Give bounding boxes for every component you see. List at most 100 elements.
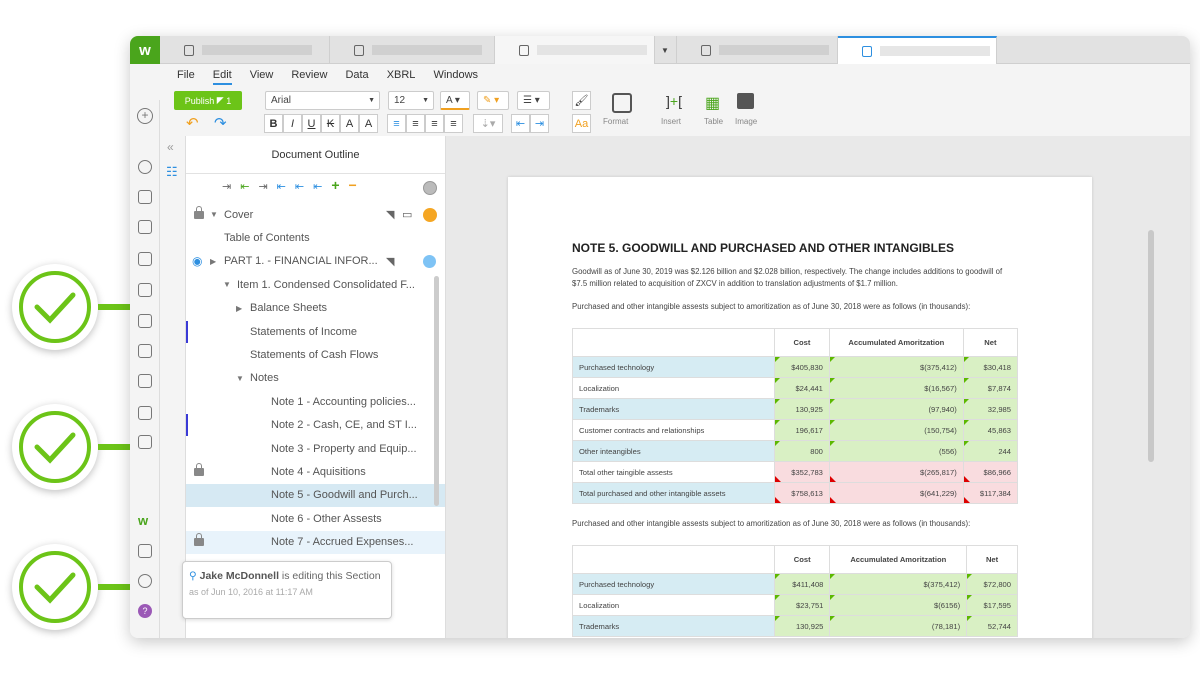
insert-menu[interactable]: Insert: [661, 117, 681, 126]
tab-2[interactable]: [330, 36, 495, 64]
value-cell[interactable]: $117,384: [962, 482, 1019, 504]
document-scrollbar[interactable]: [1148, 230, 1154, 462]
caret-down-icon[interactable]: ▼: [210, 210, 218, 219]
eye-icon[interactable]: ◉: [192, 254, 202, 268]
align-center-button[interactable]: ≡: [406, 114, 425, 133]
value-cell[interactable]: $30,418: [962, 356, 1019, 378]
outline-tree-icon[interactable]: ☷: [166, 164, 178, 180]
outline-item[interactable]: ▶ Balance Sheets: [186, 297, 445, 320]
value-cell[interactable]: (150,754): [828, 419, 964, 441]
outline-item[interactable]: Table of Contents: [186, 226, 445, 249]
undo-icon[interactable]: ↶: [186, 114, 199, 132]
value-cell[interactable]: $758,613: [774, 482, 830, 504]
value-cell[interactable]: 130,925: [773, 615, 831, 637]
paint-format-icon[interactable]: 🖌: [572, 91, 591, 110]
align-right-button[interactable]: ≡: [425, 114, 444, 133]
outline-item[interactable]: Note 7 - Accrued Expenses...: [186, 530, 445, 554]
tab-overflow-dropdown[interactable]: ▼: [655, 36, 677, 64]
value-cell[interactable]: $23,751: [773, 594, 831, 616]
format-icon[interactable]: [612, 93, 632, 113]
row-label[interactable]: Total other taingible assests: [572, 461, 775, 483]
tab-1[interactable]: [160, 36, 330, 64]
outline-item[interactable]: Note 2 - Cash, CE, and ST I...: [186, 414, 445, 437]
list-style-button[interactable]: ☰ ▾: [517, 91, 550, 110]
value-cell[interactable]: $(375,412): [828, 356, 964, 378]
archive-icon[interactable]: [138, 374, 152, 388]
value-cell[interactable]: $(375,412): [829, 573, 968, 595]
bold-button[interactable]: B: [264, 114, 283, 133]
indent-button[interactable]: ⇥: [530, 114, 549, 133]
value-cell[interactable]: $17,595: [966, 594, 1018, 616]
outline-scrollbar[interactable]: [434, 276, 439, 506]
outline-item[interactable]: Statements of Income: [186, 320, 445, 343]
value-cell[interactable]: $405,830: [774, 356, 830, 378]
menu-edit[interactable]: Edit: [212, 69, 232, 85]
files-icon[interactable]: [138, 220, 152, 234]
outline-item[interactable]: ▼ Notes: [186, 367, 445, 390]
row-label[interactable]: Purchased technology: [572, 573, 775, 595]
expand-icon[interactable]: +: [331, 177, 339, 193]
outline-item[interactable]: Statements of Cash Flows: [186, 343, 445, 366]
caret-down-icon[interactable]: ▼: [236, 374, 244, 383]
value-cell[interactable]: (97,940): [828, 398, 964, 420]
row-label[interactable]: Trademarks: [572, 615, 775, 637]
collapse-icon[interactable]: «: [167, 140, 174, 154]
workiva-icon[interactable]: w: [138, 513, 148, 528]
value-cell[interactable]: 45,863: [962, 419, 1019, 441]
caret-right-icon[interactable]: ▶: [236, 304, 242, 313]
font-size-select[interactable]: 12 ▼: [388, 91, 434, 110]
row-label[interactable]: Purchased technology: [572, 356, 775, 378]
value-cell[interactable]: $(16,567): [828, 377, 964, 399]
book-icon[interactable]: [138, 252, 152, 266]
outline-item[interactable]: ◉ ▶ PART 1. - FINANCIAL INFOR... ◥: [186, 250, 445, 273]
font-family-select[interactable]: Arial ▼: [265, 91, 380, 110]
menu-data[interactable]: Data: [345, 69, 368, 85]
value-cell[interactable]: 196,617: [774, 419, 830, 441]
value-cell[interactable]: $7,874: [962, 377, 1019, 399]
row-label[interactable]: Customer contracts and relationships: [572, 419, 775, 441]
move-right-icon[interactable]: ⇥: [258, 180, 267, 193]
tab-3[interactable]: [495, 36, 655, 64]
insert-icon[interactable]: ]+[: [666, 93, 682, 109]
history-icon[interactable]: [138, 160, 152, 174]
move-up-icon[interactable]: ⇤: [295, 180, 304, 193]
outline-item[interactable]: Note 6 - Other Assests: [186, 507, 445, 530]
database-icon[interactable]: [138, 314, 152, 328]
value-cell[interactable]: $24,441: [774, 377, 830, 399]
table-icon[interactable]: ▦: [705, 93, 720, 113]
user-icon[interactable]: [138, 574, 152, 588]
move-left-icon[interactable]: ⇤: [277, 180, 286, 193]
italic-button[interactable]: I: [283, 114, 302, 133]
justify-button[interactable]: ≡: [444, 114, 463, 133]
row-label[interactable]: Total purchased and other intangible ass…: [572, 482, 775, 504]
mail-icon[interactable]: [138, 435, 152, 449]
subscript-button[interactable]: A: [359, 114, 378, 133]
value-cell[interactable]: 800: [774, 440, 830, 462]
table-button[interactable]: Table: [704, 117, 723, 126]
superscript-button[interactable]: A: [340, 114, 359, 133]
value-cell[interactable]: (78,181): [829, 615, 968, 637]
line-spacing-button[interactable]: ⇣▾: [473, 114, 503, 133]
outline-item[interactable]: ▼ Cover ◥ ▭: [186, 203, 445, 226]
help-icon[interactable]: ?: [138, 604, 152, 618]
value-cell[interactable]: $(641,229): [828, 482, 964, 504]
value-cell[interactable]: 130,925: [774, 398, 830, 420]
add-section-icon[interactable]: ⇥: [222, 180, 231, 193]
menu-review[interactable]: Review: [291, 69, 327, 85]
tab-5-active[interactable]: [838, 36, 997, 64]
value-cell[interactable]: $411,408: [773, 573, 831, 595]
caret-right-icon[interactable]: ▶: [210, 257, 216, 266]
value-cell[interactable]: 52,744: [966, 615, 1018, 637]
status-orange-icon[interactable]: [423, 207, 437, 222]
highlight-color-button[interactable]: ✎ ▾: [477, 91, 509, 110]
outline-item[interactable]: ▼ Item 1. Condensed Consolidated F...: [186, 273, 445, 296]
value-cell[interactable]: $352,783: [774, 461, 830, 483]
text-color-button[interactable]: A ▾: [440, 91, 470, 110]
row-label[interactable]: Trademarks: [572, 398, 775, 420]
value-cell[interactable]: 244: [962, 440, 1019, 462]
comments-icon[interactable]: [138, 406, 152, 420]
collapse-all-icon[interactable]: −: [349, 177, 357, 193]
value-cell[interactable]: $86,966: [962, 461, 1019, 483]
comment-icon[interactable]: ▭: [402, 208, 412, 221]
menu-windows[interactable]: Windows: [433, 69, 478, 85]
